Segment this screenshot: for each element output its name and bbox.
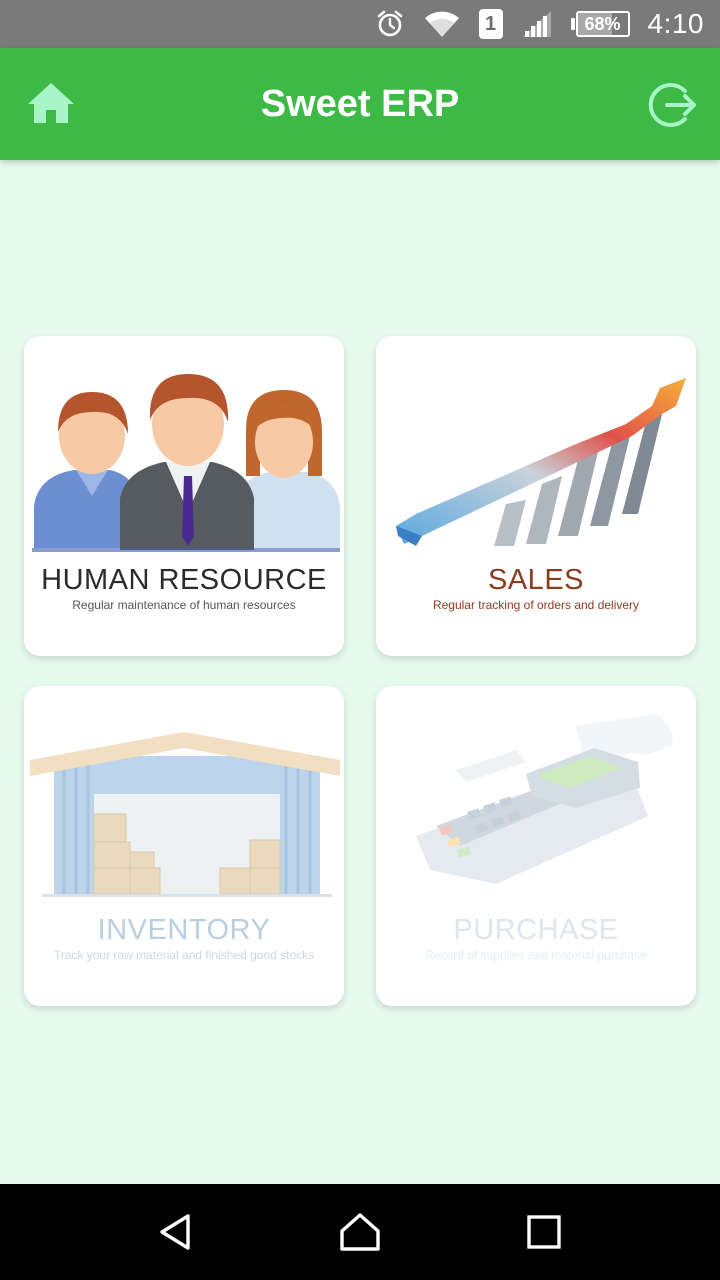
module-subtitle: Regular tracking of orders and delivery xyxy=(432,598,640,612)
battery-icon: 68% xyxy=(570,11,630,37)
module-title: SALES xyxy=(488,564,584,596)
home-icon xyxy=(28,83,74,123)
home-nav-button[interactable] xyxy=(338,1210,382,1254)
module-card-human-resource[interactable]: HUMAN RESOURCE Regular maintenance of hu… xyxy=(24,336,344,656)
module-title: PURCHASE xyxy=(453,914,619,946)
module-title: INVENTORY xyxy=(97,914,271,946)
alarm-icon xyxy=(375,9,405,39)
module-grid: HUMAN RESOURCE Regular maintenance of hu… xyxy=(24,336,696,1006)
system-nav-bar xyxy=(0,1184,720,1280)
module-card-inventory[interactable]: INVENTORY Track your raw material and fi… xyxy=(24,686,344,1006)
sales-chart-illustration xyxy=(396,378,686,546)
logout-icon xyxy=(648,83,696,127)
home-button[interactable] xyxy=(24,78,78,128)
back-button[interactable] xyxy=(154,1210,198,1254)
battery-percent: 68% xyxy=(584,13,621,34)
people-illustration xyxy=(32,374,340,552)
recents-button[interactable] xyxy=(522,1210,566,1254)
clock: 4:10 xyxy=(647,8,704,39)
app-bar: Sweet ERP xyxy=(0,48,720,160)
module-card-sales[interactable]: SALES Regular tracking of orders and del… xyxy=(376,336,696,656)
home-nav-icon xyxy=(340,1213,380,1251)
module-card-purchase[interactable]: PURCHASE Record of supplies and material… xyxy=(376,686,696,1006)
module-subtitle: Regular maintenance of human resources xyxy=(72,598,296,612)
payment-terminal-illustration xyxy=(416,714,673,884)
sim-icon: 1 xyxy=(478,9,503,39)
module-subtitle: Track your raw material and finished goo… xyxy=(53,948,315,962)
app-title: Sweet ERP xyxy=(260,82,460,125)
module-title: HUMAN RESOURCE xyxy=(41,564,327,596)
warehouse-illustration xyxy=(30,732,340,897)
module-subtitle: Record of supplies and material purchase xyxy=(425,948,647,962)
status-bar: 1 68% 4:10 xyxy=(0,0,720,48)
signal-icon xyxy=(521,9,553,39)
recents-icon xyxy=(527,1215,561,1249)
wifi-icon xyxy=(423,9,461,39)
logout-button[interactable] xyxy=(646,78,700,132)
back-icon xyxy=(160,1214,190,1250)
